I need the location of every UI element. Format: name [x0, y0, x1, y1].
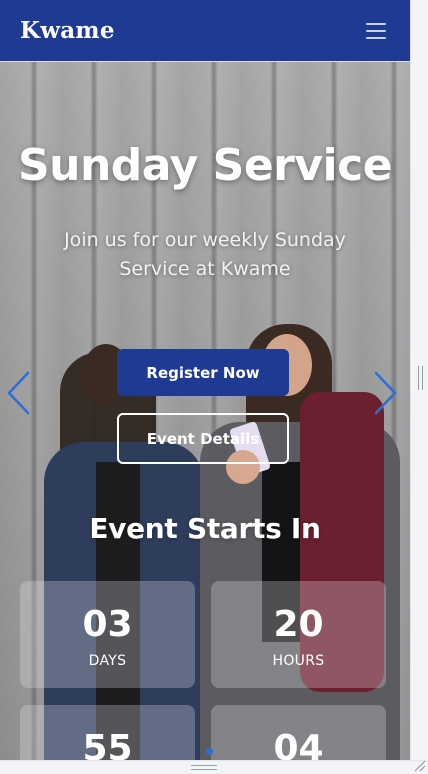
countdown-hours: 20 HOURS — [211, 581, 386, 688]
horizontal-grip-icon[interactable] — [191, 765, 217, 770]
hero-content: Sunday Service Join us for our weekly Su… — [0, 62, 410, 284]
navbar: Kwame — [0, 0, 410, 62]
register-now-button[interactable]: Register Now — [117, 349, 289, 396]
brand-logo[interactable]: Kwame — [20, 17, 115, 44]
countdown-value: 55 — [82, 728, 133, 761]
countdown-value: 04 — [273, 728, 324, 761]
countdown-value: 20 — [273, 604, 324, 645]
countdown-label: HOURS — [272, 653, 325, 669]
countdown-label: DAYS — [88, 653, 127, 669]
countdown-title: Event Starts In — [89, 512, 321, 545]
hero-title: Sunday Service — [17, 140, 393, 191]
resize-handle-icon[interactable] — [412, 758, 426, 772]
countdown-seconds: 04 — [211, 705, 386, 760]
page-viewport: Kwame Sunday Service Join us for our wee… — [0, 0, 410, 760]
vertical-grip-icon[interactable] — [418, 366, 423, 390]
countdown-minutes: 55 — [20, 705, 195, 760]
countdown-value: 03 — [82, 604, 133, 645]
event-details-button[interactable]: Event Details — [117, 413, 289, 464]
chevron-left-icon[interactable] — [4, 370, 34, 416]
countdown-days: 03 DAYS — [20, 581, 195, 688]
chevron-right-icon[interactable] — [370, 370, 400, 416]
hamburger-menu-icon[interactable] — [366, 22, 386, 40]
carousel-indicator-dot[interactable] — [206, 748, 213, 755]
hero-subtitle: Join us for our weekly Sunday Service at… — [64, 229, 346, 280]
